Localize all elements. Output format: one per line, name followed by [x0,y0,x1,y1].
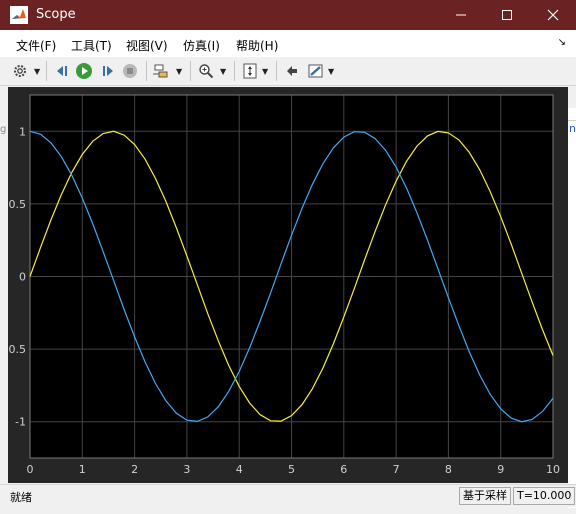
minimize-button[interactable] [438,0,484,30]
style-dropdown-icon[interactable]: ▼ [328,65,336,77]
y-tick-label: 0 [19,271,26,284]
x-tick-label: 9 [497,463,504,476]
minimize-icon [456,14,466,16]
x-tick-label: 1 [79,463,86,476]
style-button[interactable] [306,61,326,81]
highlight-block-icon [287,66,297,76]
signal-select-button[interactable] [152,61,172,81]
menu-tools[interactable]: 工具(T) [71,37,112,54]
autoscale-dropdown-icon[interactable]: ▼ [262,65,270,77]
title-bar[interactable]: Scope [0,0,576,30]
window-title: Scope [36,7,76,22]
y-tick-label: 1 [19,125,26,138]
maximize-button[interactable] [484,0,530,30]
step-back-icon [57,66,67,76]
settings-button[interactable] [10,61,30,81]
background-fragment-right: n [569,122,576,135]
menu-simulation[interactable]: 仿真(I) [183,37,220,54]
toolbar: ▼ ▼ ▼ ▼ ▼ [0,57,576,86]
background-window-edge [568,108,576,508]
status-bar: 就绪 基于采样 T=10.000 [0,484,576,507]
autoscale-button[interactable] [240,61,260,81]
step-back-button[interactable] [52,61,72,81]
x-tick-label: 3 [183,463,190,476]
menu-help[interactable]: 帮助(H) [236,37,278,54]
toolbar-separator [276,61,277,81]
background-fragment-left: g [0,124,7,135]
settings-dropdown-icon[interactable]: ▼ [34,65,42,77]
toolbar-separator [146,61,147,81]
x-tick-label: 8 [445,463,452,476]
step-forward-button[interactable] [98,61,118,81]
background-divider [568,120,576,121]
scope-display[interactable]: 0 1 2 3 4 5 6 7 8 9 10 1 0.5 0 -0.5 -1 [8,87,568,483]
x-tick-label: 4 [236,463,243,476]
simulation-time-indicator: T=10.000 [513,487,576,505]
zoom-dropdown-icon[interactable]: ▼ [220,65,228,77]
signal-select-dropdown-icon[interactable]: ▼ [176,65,184,77]
dock-arrow-icon[interactable]: ↘ [558,37,566,48]
x-tick-label: 0 [27,463,34,476]
close-button[interactable] [530,0,576,30]
toolbar-separator [46,61,47,81]
y-tick-label: 0.5 [9,198,27,211]
sample-mode-indicator: 基于采样 [459,487,511,505]
menu-bar: 文件(F) 工具(T) 视图(V) 仿真(I) 帮助(H) ↘ [0,30,576,57]
stop-icon [123,64,137,78]
close-icon [547,9,559,21]
menu-file[interactable]: 文件(F) [16,37,56,54]
highlight-block-button[interactable] [282,61,302,81]
status-text: 就绪 [10,491,32,504]
step-forward-icon [103,66,113,76]
signal-select-icon [153,64,168,78]
menu-view[interactable]: 视图(V) [126,37,168,54]
toolbar-separator [190,61,191,81]
zoom-icon [199,64,214,79]
zoom-button[interactable] [196,61,216,81]
autoscale-icon [243,63,257,79]
x-tick-label: 6 [340,463,347,476]
x-tick-label: 7 [393,463,400,476]
gear-icon [14,65,26,77]
y-tick-label: -1 [15,416,26,429]
toolbar-separator [234,61,235,81]
run-icon [76,63,92,79]
x-tick-label: 2 [131,463,138,476]
matlab-logo-icon [10,6,28,24]
run-button[interactable] [74,61,94,81]
scope-plot: 0 1 2 3 4 5 6 7 8 9 10 1 0.5 0 -0.5 -1 [8,94,560,476]
style-icon [308,64,323,78]
x-tick-label: 10 [546,463,560,476]
stop-button[interactable] [120,61,140,81]
x-tick-label: 5 [288,463,295,476]
scope-window: Scope 文件(F) 工具(T) 视图(V) 仿真(I) 帮助(H) ↘ ▼ [0,0,576,514]
y-tick-label: -0.5 [8,343,26,356]
maximize-icon [502,10,512,20]
